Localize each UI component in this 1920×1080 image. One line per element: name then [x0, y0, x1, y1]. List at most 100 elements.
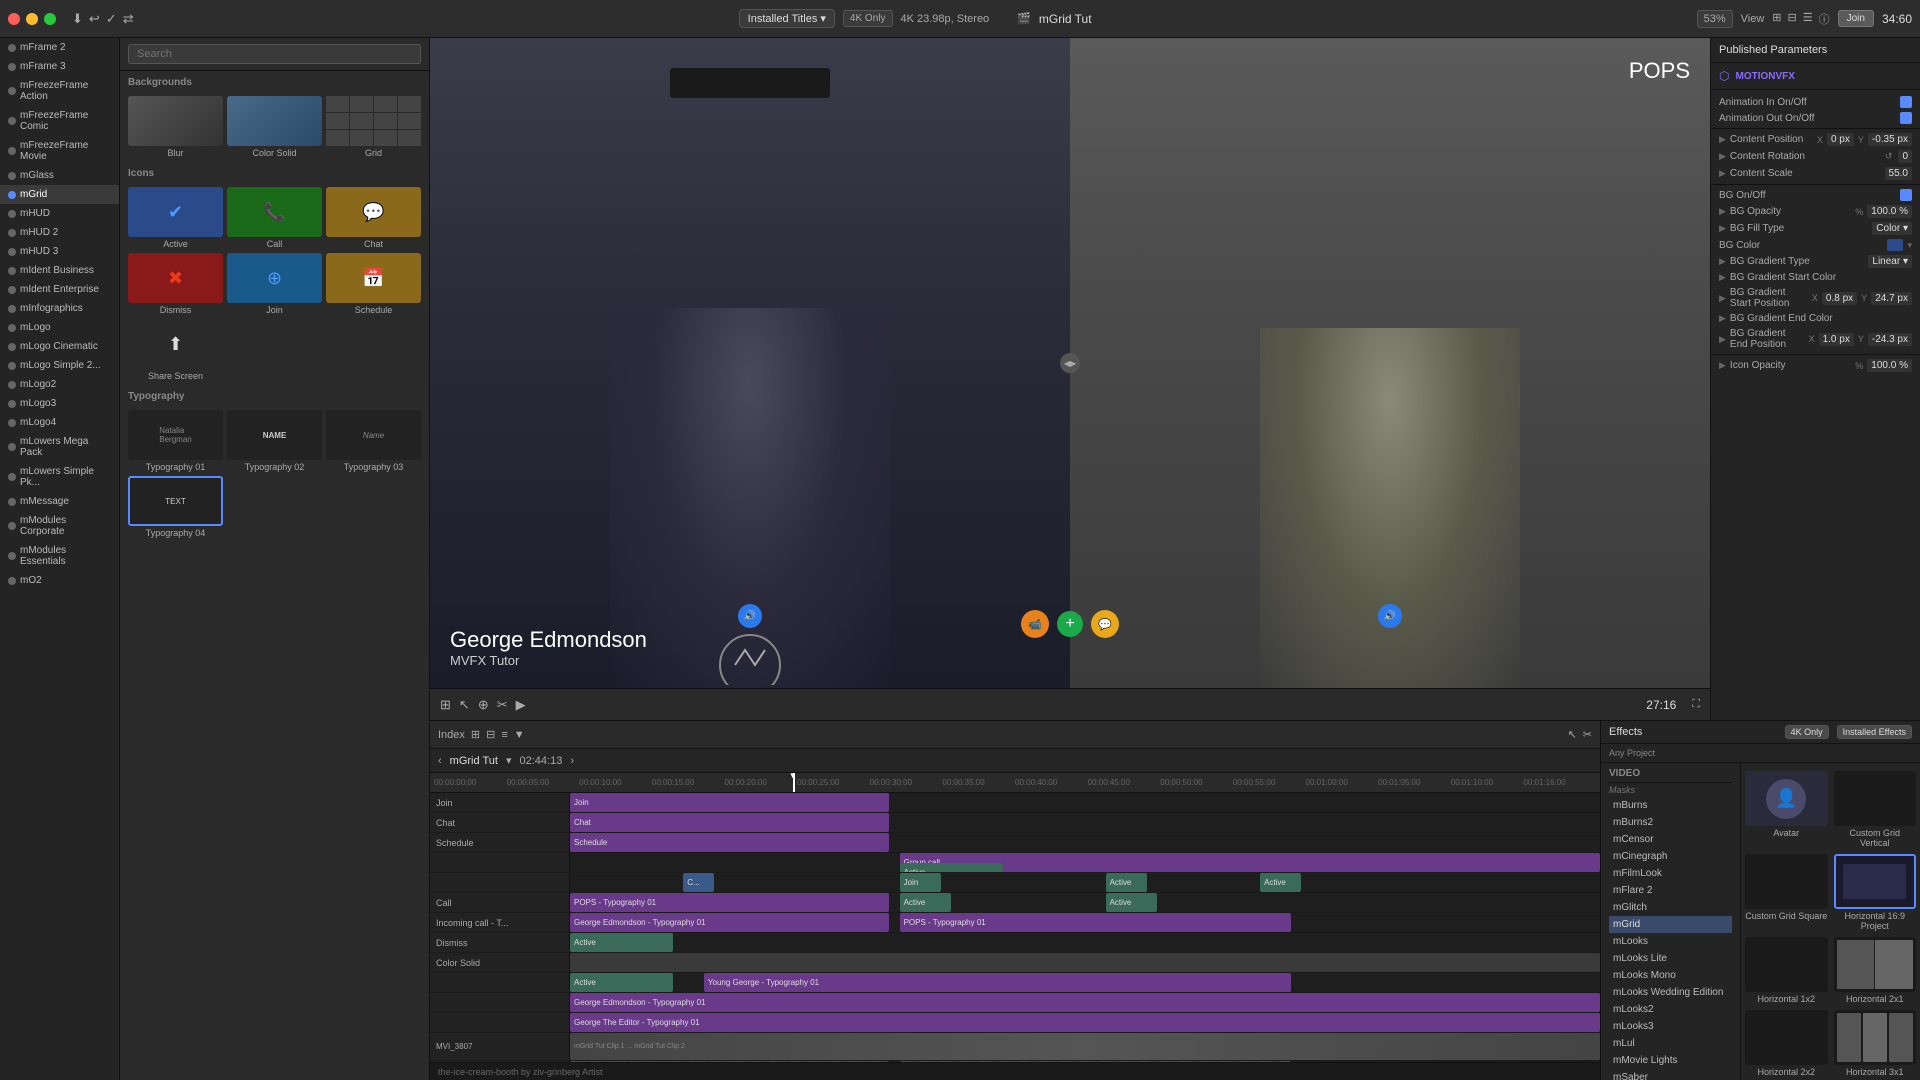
add-button[interactable]: +	[1057, 611, 1083, 637]
bg-fill-arrow[interactable]: ▶	[1719, 223, 1726, 234]
sidebar-item-mlogo4[interactable]: mLogo4	[0, 413, 119, 432]
typo-02-thumb[interactable]: NAME Typography 02	[227, 410, 322, 472]
clip-active-3[interactable]: Active	[1260, 873, 1301, 892]
clip-chat[interactable]: Chat	[570, 813, 889, 832]
bg-grad-end-color-arrow[interactable]: ▶	[1719, 313, 1726, 324]
bg-color-swatch[interactable]	[1887, 239, 1903, 251]
sidebar-item-mhud[interactable]: mHUD	[0, 204, 119, 223]
effect-mlooks-mono[interactable]: mLooks Mono	[1609, 967, 1732, 984]
content-pos-arrow[interactable]: ▶	[1719, 134, 1726, 145]
bg-grad-end-pos-arrow[interactable]: ▶	[1719, 334, 1726, 345]
clip-george-typo[interactable]: George Edmondson - Typography 01	[570, 913, 889, 932]
typo-01-thumb[interactable]: NataliaBergman Typography 01	[128, 410, 223, 472]
clip-join-2[interactable]: Join	[900, 873, 941, 892]
clip-active-2[interactable]: Active	[1106, 873, 1147, 892]
effect-thumb-horizontal-3x1-a[interactable]: Horizontal 3x1	[1834, 1010, 1917, 1077]
effect-mlooks-lite[interactable]: mLooks Lite	[1609, 950, 1732, 967]
tl-btn-1[interactable]: ⊞	[471, 728, 480, 741]
view-label[interactable]: View	[1741, 13, 1765, 25]
icon-opacity-arrow[interactable]: ▶	[1719, 360, 1726, 371]
effect-thumb-horizontal-2x2[interactable]: Horizontal 2x2	[1745, 1010, 1828, 1077]
clip-george-the-editor[interactable]: George The Editor - Typography 01	[570, 1013, 1600, 1032]
icon-share-thumb[interactable]: ⬆ Share Screen	[128, 319, 223, 381]
effect-mgrid[interactable]: mGrid	[1609, 916, 1732, 933]
bg-grad-type-arrow[interactable]: ▶	[1719, 256, 1726, 267]
sidebar-item-mlogo3[interactable]: mLogo3	[0, 394, 119, 413]
tl-nav-prev[interactable]: ‹	[438, 755, 442, 767]
effect-mcinegraph[interactable]: mCinegraph	[1609, 848, 1732, 865]
clip-active-call-1[interactable]: Active	[900, 893, 952, 912]
sidebar-item-mhud3[interactable]: mHUD 3	[0, 242, 119, 261]
bg-grad-type-val[interactable]: Linear ▾	[1868, 255, 1912, 268]
clip-join[interactable]: Join	[570, 793, 889, 812]
effect-thumb-horizontal-1x2[interactable]: Horizontal 1x2	[1745, 937, 1828, 1004]
effect-mlooks3[interactable]: mLooks3	[1609, 1018, 1732, 1035]
fullscreen-btn[interactable]: ⛶	[1692, 698, 1700, 711]
clip-active-1[interactable]: Active	[900, 863, 1003, 873]
sidebar-item-mlogo-simple2[interactable]: mLogo Simple 2...	[0, 356, 119, 375]
sidebar-item-mident-business[interactable]: mIdent Business	[0, 261, 119, 280]
effect-mlooks-wedding[interactable]: mLooks Wedding Edition	[1609, 984, 1732, 1001]
sidebar-item-mhud2[interactable]: mHUD 2	[0, 223, 119, 242]
clip-group-call[interactable]: Group call...	[900, 853, 1600, 872]
tl-nav-next[interactable]: ›	[570, 755, 574, 767]
effect-msaber[interactable]: mSaber	[1609, 1069, 1732, 1080]
effect-thumb-avatar[interactable]: 👤 Avatar	[1745, 771, 1828, 848]
sidebar-item-mlogo-cinematic[interactable]: mLogo Cinematic	[0, 337, 119, 356]
close-button[interactable]	[8, 13, 20, 25]
filter-4k-btn[interactable]: 4K Only	[1785, 725, 1829, 739]
effect-thumb-custom-grid-square[interactable]: Custom Grid Square	[1745, 854, 1828, 931]
typo-04-thumb[interactable]: TEXT Typography 04	[128, 476, 223, 538]
bg-onoff-checkbox[interactable]	[1900, 189, 1912, 201]
bg-opacity-val[interactable]: 100.0 %	[1867, 205, 1912, 218]
effect-thumb-horizontal-2x1[interactable]: Horizontal 2x1	[1834, 937, 1917, 1004]
clip-pops-typo-2[interactable]: POPS - Typography 01	[900, 913, 1291, 932]
bg-grad-end-x[interactable]: 1.0 px	[1819, 333, 1854, 346]
clip-george-editor[interactable]: George Edmondson - Typography 01	[570, 993, 1600, 1012]
undo-icon[interactable]: ↩	[89, 11, 100, 27]
clip-c[interactable]: C...	[683, 873, 714, 892]
bg-color-dropdown[interactable]: ▾	[1907, 240, 1912, 251]
bg-grad-end-y[interactable]: -24.3 px	[1868, 333, 1912, 346]
content-rot-arrow[interactable]: ▶	[1719, 151, 1726, 162]
bg-grad-start-pos-arrow[interactable]: ▶	[1719, 293, 1726, 304]
chat-button[interactable]: 💬	[1091, 610, 1119, 638]
zoom-level[interactable]: 53%	[1697, 10, 1733, 28]
search-input[interactable]	[128, 44, 421, 64]
pointer-btn[interactable]: ↖	[459, 697, 470, 713]
sidebar-item-mmodules-corporate[interactable]: mModules Corporate	[0, 511, 119, 541]
maximize-button[interactable]	[44, 13, 56, 25]
tl-nav-dropdown[interactable]: ▾	[506, 754, 512, 767]
clip-pops-typo[interactable]: POPS - Typography 01	[570, 893, 889, 912]
bg-grad-start-y[interactable]: 24.7 px	[1871, 292, 1912, 305]
effect-thumb-custom-grid-vertical[interactable]: Custom Grid Vertical	[1834, 771, 1917, 848]
sidebar-item-mlogo[interactable]: mLogo	[0, 318, 119, 337]
layout-icon-3[interactable]: ☰	[1803, 11, 1813, 27]
effect-mlooks2[interactable]: mLooks2	[1609, 1001, 1732, 1018]
bg-grad-start-color-arrow[interactable]: ▶	[1719, 272, 1726, 283]
bg-fill-val[interactable]: Color ▾	[1872, 222, 1912, 235]
tl-btn-3[interactable]: ≡	[501, 729, 507, 741]
content-pos-y[interactable]: -0.35 px	[1868, 133, 1912, 146]
content-pos-x[interactable]: 0 px	[1827, 133, 1854, 146]
installed-titles-dropdown[interactable]: Installed Titles ▾	[739, 9, 835, 28]
layout-icon-1[interactable]: ⊞	[1772, 11, 1781, 27]
sidebar-item-mfreezeframe-comic[interactable]: mFreezeFrame Comic	[0, 106, 119, 136]
sidebar-item-mmessage[interactable]: mMessage	[0, 492, 119, 511]
typo-03-thumb[interactable]: Name Typography 03	[326, 410, 421, 472]
clip-color-solid[interactable]	[570, 953, 1600, 972]
share-icon[interactable]: ⇄	[123, 11, 134, 27]
sidebar-item-mgrid[interactable]: mGrid	[0, 185, 119, 204]
playhead[interactable]	[793, 773, 795, 792]
effect-mlul[interactable]: mLul	[1609, 1035, 1732, 1052]
icon-chat-thumb[interactable]: 💬 Chat	[326, 187, 421, 249]
anim-out-checkbox[interactable]	[1900, 112, 1912, 124]
sidebar-item-mlowers-mega[interactable]: mLowers Mega Pack	[0, 432, 119, 462]
effect-mfilmlook[interactable]: mFilmLook	[1609, 865, 1732, 882]
sidebar-item-mfreezeframe-movie[interactable]: mFreezeFrame Movie	[0, 136, 119, 166]
content-scale-val[interactable]: 55.0	[1885, 167, 1912, 180]
thumb-color-solid[interactable]: Color Solid	[227, 96, 322, 158]
clip-active-dismiss[interactable]: Active	[570, 933, 673, 952]
sidebar-item-mframe3[interactable]: mFrame 3	[0, 57, 119, 76]
save-icon[interactable]: ⬇	[72, 11, 83, 27]
